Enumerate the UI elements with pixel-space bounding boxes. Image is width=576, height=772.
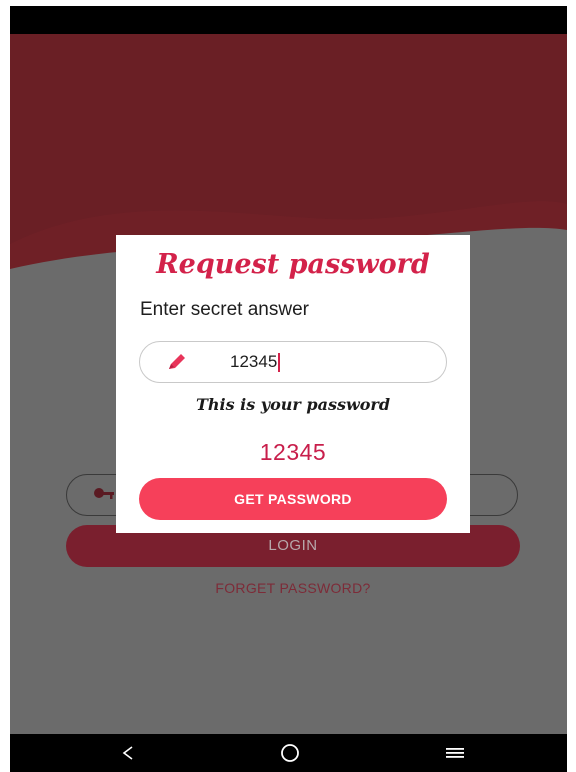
dialog-title: Request password (156, 249, 430, 280)
phone-screen: LOGIN FORGET PASSWORD? Request password … (10, 6, 567, 772)
home-icon[interactable] (280, 743, 300, 763)
key-icon (93, 485, 115, 505)
back-icon[interactable] (120, 745, 136, 761)
pencil-icon (166, 352, 188, 372)
status-bar (10, 6, 567, 34)
request-password-dialog: Request password Enter secret answer 123… (116, 235, 470, 533)
secret-answer-input[interactable]: 12345 (139, 341, 447, 383)
menu-icon[interactable] (444, 746, 466, 760)
revealed-password: 12345 (259, 439, 327, 465)
forget-password-link[interactable]: FORGET PASSWORD? (66, 580, 520, 596)
secret-answer-value: 12345 (230, 342, 281, 381)
password-note: This is your password (195, 395, 391, 414)
dialog-prompt: Enter secret answer (140, 299, 309, 320)
get-password-button[interactable]: GET PASSWORD (139, 478, 447, 520)
text-caret (278, 353, 281, 373)
navigation-bar (10, 734, 567, 772)
